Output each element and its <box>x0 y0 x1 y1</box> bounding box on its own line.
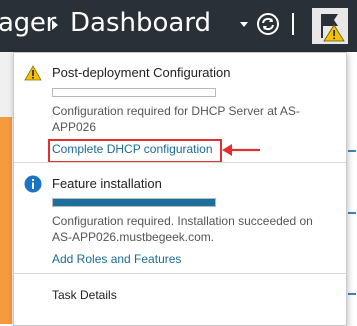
divider <box>14 273 346 274</box>
divider <box>14 162 346 163</box>
arrow-annotation-icon <box>222 144 260 156</box>
progress-bar <box>52 198 216 207</box>
notification-title: Post-deployment Configuration <box>52 65 231 80</box>
notifications-panel: Post-deployment Configuration Configurat… <box>13 52 347 326</box>
app-title-fragment: ager <box>0 8 56 38</box>
notification-message: Configuration required. Installation suc… <box>52 214 313 244</box>
info-icon <box>24 175 42 193</box>
background-link-fragment <box>348 212 356 214</box>
notifications-flag-button[interactable] <box>312 8 348 44</box>
task-details-link[interactable]: Task Details <box>52 288 117 302</box>
refresh-icon[interactable] <box>256 12 280 36</box>
toolbar-divider <box>292 13 294 35</box>
background-link-fragment <box>348 150 356 152</box>
chevron-down-icon[interactable] <box>240 22 248 27</box>
progress-fill <box>53 199 215 206</box>
notification-title: Feature installation <box>52 176 162 191</box>
notification-message: Configuration required for DHCP Server a… <box>52 104 300 134</box>
background-link-fragment <box>348 293 356 295</box>
add-roles-and-features-link[interactable]: Add Roles and Features <box>52 252 181 266</box>
complete-dhcp-configuration-link[interactable]: Complete DHCP configuration <box>52 142 213 156</box>
breadcrumb-separator-icon <box>52 20 58 30</box>
flag-icon <box>321 14 345 42</box>
warning-icon <box>24 65 42 81</box>
background-tile <box>0 117 12 324</box>
server-manager-title-bar: ager Dashboard <box>0 0 357 52</box>
progress-bar <box>52 88 216 97</box>
page-title: Dashboard <box>70 8 212 38</box>
